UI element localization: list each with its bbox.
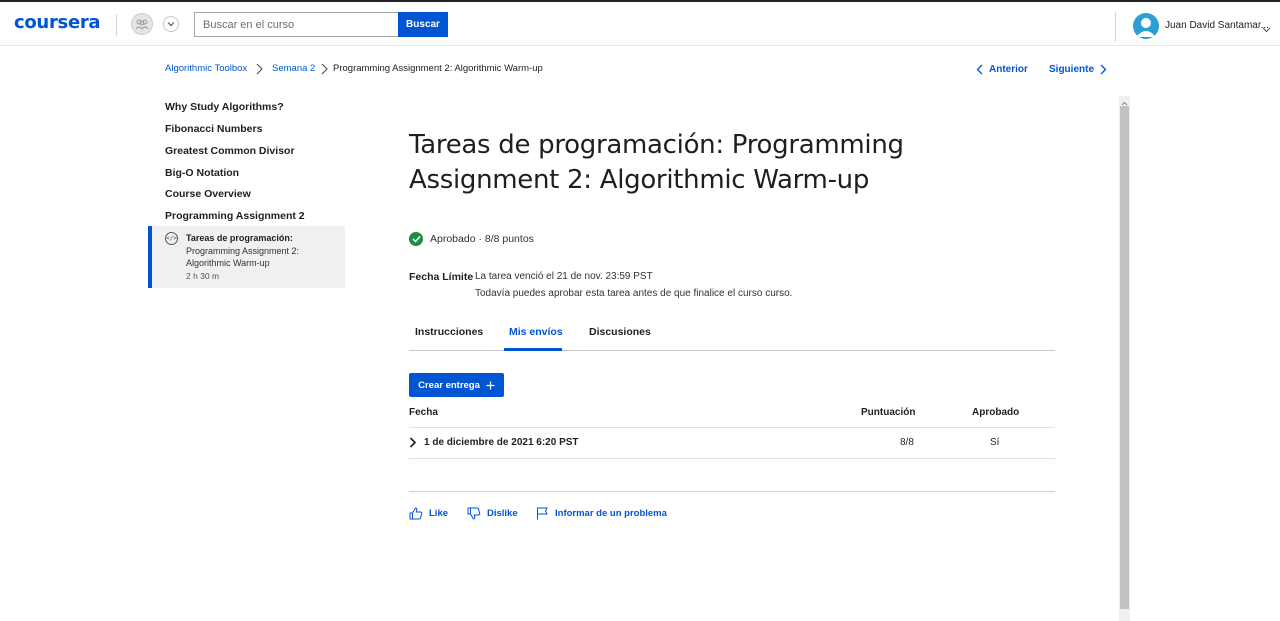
chevron-right-icon [1100,64,1107,75]
content-divider [409,491,1055,492]
active-tab-indicator [504,348,562,351]
sidebar-item-course-overview[interactable]: Course Overview [165,188,251,200]
avatar[interactable] [1133,13,1159,39]
due-date-text: La tarea venció el 21 de nov. 23:59 PST [475,271,653,282]
chevron-right-icon[interactable] [409,435,417,453]
header-divider [1115,12,1116,42]
vertical-scrollbar[interactable] [1119,96,1130,621]
sidebar-active-type: Tareas de programación: [186,233,293,243]
status-text: Aprobado · 8/8 puntos [430,233,534,245]
tab-bar: Instrucciones Mis envíos Discusiones [409,312,1055,351]
submission-score: 8/8 [900,437,914,448]
scroll-up-arrow-icon[interactable] [1119,96,1130,106]
table-divider [409,458,1055,459]
breadcrumb-course[interactable]: Algorithmic Toolbox [165,63,247,74]
top-header: coursera Buscar Juan David Santamar... [0,0,1280,46]
table-divider [409,427,1055,428]
next-button[interactable]: Siguiente [1049,64,1107,75]
create-submission-label: Crear entrega [418,379,480,391]
user-name[interactable]: Juan David Santamar... [1165,20,1269,31]
page-title: Tareas de programación: Programming Assi… [409,130,904,195]
breadcrumb-current: Programming Assignment 2: Algorithmic Wa… [333,63,543,74]
sidebar-item-assignment-2[interactable]: Programming Assignment 2 [165,210,305,222]
dislike-button[interactable]: Dislike [467,507,518,520]
report-problem-button[interactable]: Informar de un problema [536,507,667,520]
code-icon: </> [165,232,178,245]
breadcrumb-week[interactable]: Semana 2 [272,63,315,74]
check-circle-icon [409,232,423,246]
sidebar-item-why-study[interactable]: Why Study Algorithms? [165,101,284,113]
sidebar-active-duration: 2 h 30 m [186,271,220,281]
status-badge: Aprobado · 8/8 puntos [409,232,534,246]
next-label: Siguiente [1049,64,1095,75]
create-submission-button[interactable]: Crear entrega [409,373,504,397]
submission-passed: Sí [990,437,1000,448]
chevron-down-icon[interactable] [163,16,179,32]
search-button[interactable]: Buscar [398,12,448,37]
header-divider [116,14,117,36]
previous-label: Anterior [989,64,1028,75]
group-icon[interactable] [131,13,153,35]
sidebar-item-big-o[interactable]: Big-O Notation [165,167,239,179]
chevron-left-icon [976,64,983,75]
previous-button[interactable]: Anterior [976,64,1028,75]
chevron-down-icon[interactable] [1262,20,1271,38]
sidebar-item-active-assignment[interactable]: </> Tareas de programación: Programming … [148,226,345,288]
thumbs-down-icon [467,507,481,520]
chevron-right-icon [320,62,328,80]
tab-discussions[interactable]: Discusiones [589,326,651,338]
column-header-passed: Aprobado [972,407,1020,418]
column-header-score: Puntuación [861,407,916,418]
thumbs-up-icon [409,507,423,520]
due-date-note: Todavía puedes aprobar esta tarea antes … [475,288,793,299]
due-date-label: Fecha Límite [409,271,474,283]
plus-icon [486,381,495,389]
search-input[interactable] [194,12,399,37]
dislike-label: Dislike [487,508,518,519]
report-problem-label: Informar de un problema [555,508,667,519]
column-header-date: Fecha [409,407,438,418]
like-button[interactable]: Like [409,507,448,520]
sidebar-item-gcd[interactable]: Greatest Common Divisor [165,145,295,157]
like-label: Like [429,508,449,519]
submission-date[interactable]: 1 de diciembre de 2021 6:20 PST [424,437,579,448]
sidebar-active-title: Programming Assignment 2: Algorithmic Wa… [186,246,300,268]
flag-icon [537,507,548,520]
scrollbar-thumb[interactable] [1120,106,1129,609]
sidebar-item-fibonacci[interactable]: Fibonacci Numbers [165,123,262,135]
coursera-logo[interactable]: coursera [14,12,101,33]
tab-instructions[interactable]: Instrucciones [415,326,483,338]
tab-my-submissions[interactable]: Mis envíos [509,326,563,338]
chevron-right-icon [255,62,263,80]
